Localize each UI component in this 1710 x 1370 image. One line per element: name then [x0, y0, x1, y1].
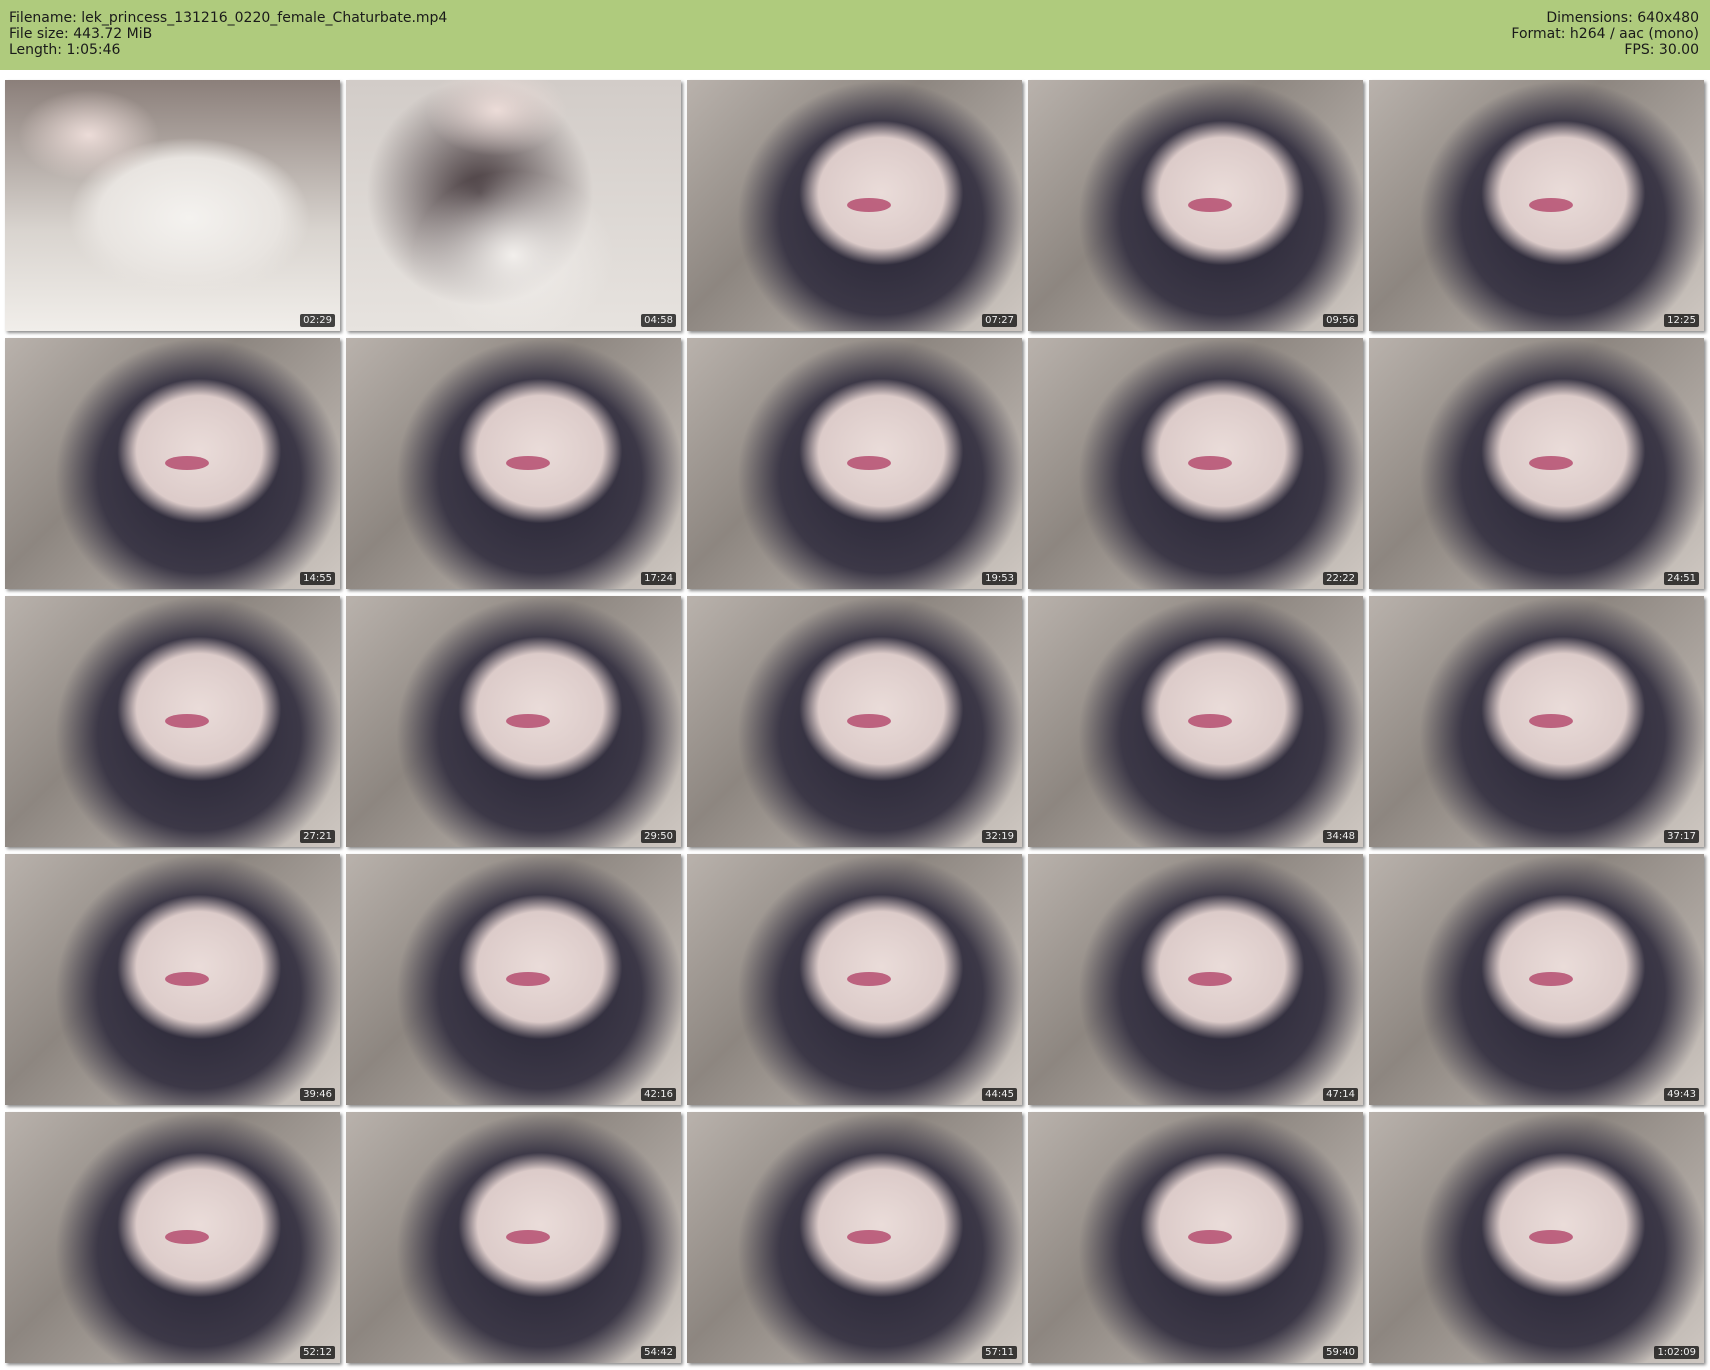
thumbnail-timestamp: 02:29	[300, 314, 335, 327]
thumbnail-grid: 02:29 04:58 07:27 09:56 12:25 14:55 17:24 19:53…	[5, 80, 1704, 1363]
thumbnail-timestamp: 42:16	[641, 1088, 676, 1101]
length-text: Length: 1:05:46	[9, 42, 121, 58]
video-thumbnail: 37:17	[1369, 596, 1704, 847]
thumbnail-timestamp: 1:02:09	[1654, 1346, 1699, 1359]
frame-detail	[847, 972, 891, 986]
video-thumbnail: 09:56	[1028, 80, 1363, 331]
frame-detail	[165, 1230, 209, 1244]
video-thumbnail: 59:40	[1028, 1112, 1363, 1363]
frame-detail	[847, 714, 891, 728]
video-thumbnail: 52:12	[5, 1112, 340, 1363]
thumbnail-timestamp: 32:19	[982, 830, 1017, 843]
frame-detail	[1529, 1230, 1573, 1244]
thumbnail-timestamp: 47:14	[1323, 1088, 1358, 1101]
video-thumbnail: 19:53	[687, 338, 1022, 589]
frame-detail	[1188, 714, 1232, 728]
video-thumbnail: 39:46	[5, 854, 340, 1105]
video-thumbnail: 57:11	[687, 1112, 1022, 1363]
thumbnail-timestamp: 39:46	[300, 1088, 335, 1101]
video-thumbnail: 42:16	[346, 854, 681, 1105]
format-text: Format: h264 / aac (mono)	[1511, 26, 1699, 42]
video-thumbnail: 14:55	[5, 338, 340, 589]
thumbnail-timestamp: 54:42	[641, 1346, 676, 1359]
thumbnail-timestamp: 57:11	[982, 1346, 1017, 1359]
video-thumbnail: 07:27	[687, 80, 1022, 331]
thumbnail-timestamp: 04:58	[641, 314, 676, 327]
thumbnail-timestamp: 14:55	[300, 572, 335, 585]
video-thumbnail: 32:19	[687, 596, 1022, 847]
thumbnail-timestamp: 24:51	[1664, 572, 1699, 585]
thumbnail-timestamp: 52:12	[300, 1346, 335, 1359]
file-info-right: Dimensions: 640x480 Format: h264 / aac (…	[1511, 10, 1699, 58]
thumbnail-timestamp: 49:43	[1664, 1088, 1699, 1101]
frame-detail	[1529, 972, 1573, 986]
thumbnail-timestamp: 29:50	[641, 830, 676, 843]
frame-detail	[1188, 972, 1232, 986]
video-thumbnail: 49:43	[1369, 854, 1704, 1105]
frame-detail	[847, 198, 891, 212]
thumbnail-timestamp: 09:56	[1323, 314, 1358, 327]
dimensions-text: Dimensions: 640x480	[1546, 10, 1699, 26]
frame-detail	[506, 456, 550, 470]
video-thumbnail: 54:42	[346, 1112, 681, 1363]
thumbnail-timestamp: 59:40	[1323, 1346, 1358, 1359]
video-thumbnail: 47:14	[1028, 854, 1363, 1105]
video-thumbnail: 12:25	[1369, 80, 1704, 331]
filename-text: Filename: lek_princess_131216_0220_femal…	[9, 10, 448, 26]
info-header: Filename: lek_princess_131216_0220_femal…	[0, 0, 1710, 70]
thumbnail-timestamp: 12:25	[1664, 314, 1699, 327]
frame-detail	[506, 1230, 550, 1244]
thumbnail-timestamp: 19:53	[982, 572, 1017, 585]
video-thumbnail: 29:50	[346, 596, 681, 847]
fps-text: FPS: 30.00	[1624, 42, 1699, 58]
thumbnail-timestamp: 44:45	[982, 1088, 1017, 1101]
filesize-text: File size: 443.72 MiB	[9, 26, 153, 42]
thumbnail-timestamp: 37:17	[1664, 830, 1699, 843]
frame-detail	[1188, 198, 1232, 212]
video-thumbnail: 22:22	[1028, 338, 1363, 589]
thumbnail-timestamp: 27:21	[300, 830, 335, 843]
frame-detail	[506, 714, 550, 728]
video-thumbnail: 17:24	[346, 338, 681, 589]
frame-detail	[1529, 198, 1573, 212]
frame-detail	[1188, 456, 1232, 470]
frame-detail	[165, 456, 209, 470]
file-info-left: Filename: lek_princess_131216_0220_femal…	[9, 10, 447, 58]
thumbnail-timestamp: 17:24	[641, 572, 676, 585]
frame-detail	[1529, 456, 1573, 470]
video-thumbnail: 04:58	[346, 80, 681, 331]
frame-detail	[165, 714, 209, 728]
frame-detail	[1188, 1230, 1232, 1244]
frame-detail	[165, 972, 209, 986]
video-thumbnail: 02:29	[5, 80, 340, 331]
thumbnail-timestamp: 22:22	[1323, 572, 1358, 585]
video-thumbnail: 27:21	[5, 596, 340, 847]
video-thumbnail: 24:51	[1369, 338, 1704, 589]
thumbnail-timestamp: 34:48	[1323, 830, 1358, 843]
frame-detail	[847, 456, 891, 470]
video-thumbnail: 44:45	[687, 854, 1022, 1105]
video-thumbnail: 1:02:09	[1369, 1112, 1704, 1363]
frame-detail	[847, 1230, 891, 1244]
frame-detail	[506, 972, 550, 986]
thumbnail-frame-image	[5, 80, 340, 331]
thumbnail-frame-image	[346, 80, 681, 331]
thumbnail-timestamp: 07:27	[982, 314, 1017, 327]
video-thumbnail: 34:48	[1028, 596, 1363, 847]
frame-detail	[1529, 714, 1573, 728]
